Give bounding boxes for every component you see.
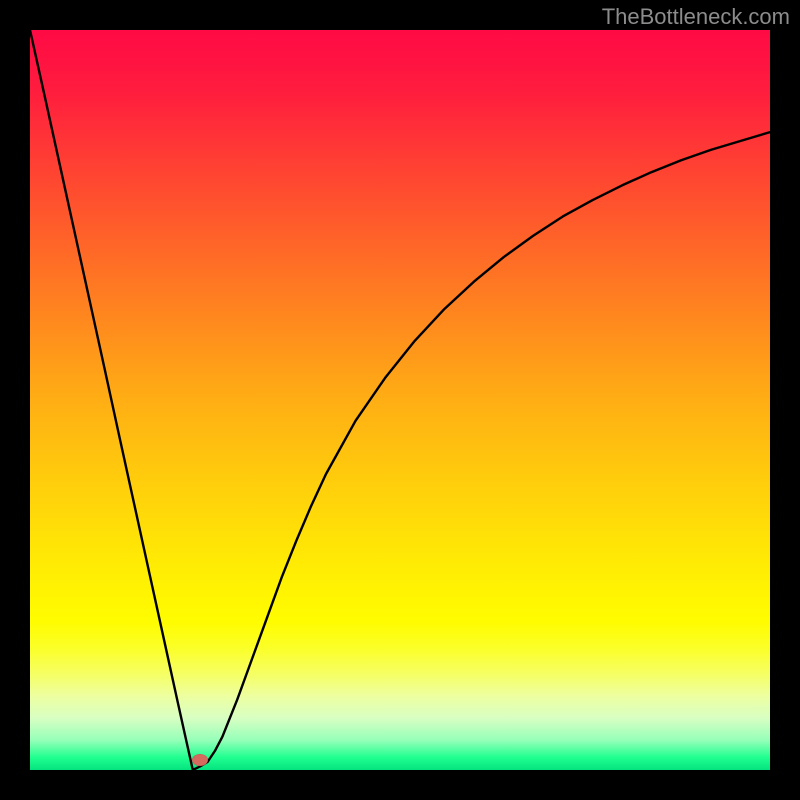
watermark-text: TheBottleneck.com: [602, 4, 790, 30]
plot-area: [30, 30, 770, 770]
stage: TheBottleneck.com: [0, 0, 800, 800]
bottleneck-curve: [30, 30, 770, 770]
